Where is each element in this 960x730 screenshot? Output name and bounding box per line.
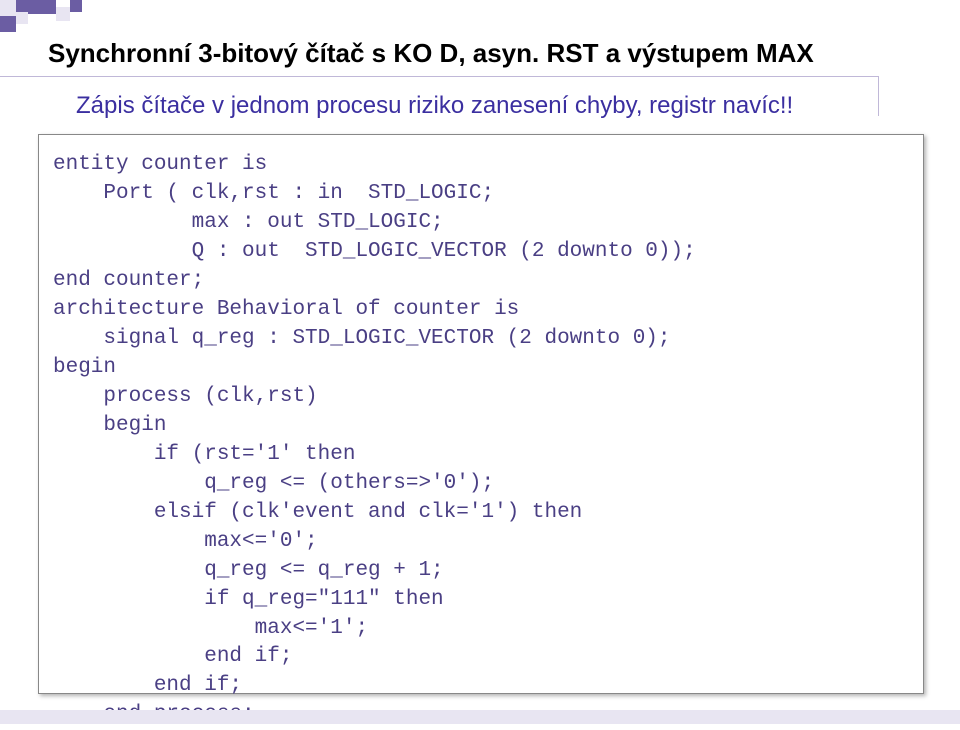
deco-square	[0, 16, 16, 32]
footer-strip	[0, 710, 960, 724]
deco-square	[56, 7, 70, 21]
page-title: Synchronní 3-bitový čítač s KO D, asyn. …	[48, 38, 814, 69]
deco-square	[16, 12, 28, 24]
title-rule-vertical	[878, 76, 879, 116]
deco-square	[0, 0, 16, 16]
deco-square	[28, 0, 56, 14]
vhdl-code: entity counter is Port ( clk,rst : in ST…	[53, 151, 909, 730]
subtitle: Zápis čítače v jednom procesu riziko zan…	[76, 92, 793, 120]
title-rule	[0, 76, 878, 77]
code-block-container: entity counter is Port ( clk,rst : in ST…	[38, 134, 924, 694]
deco-square	[70, 0, 82, 12]
deco-square	[16, 0, 28, 12]
